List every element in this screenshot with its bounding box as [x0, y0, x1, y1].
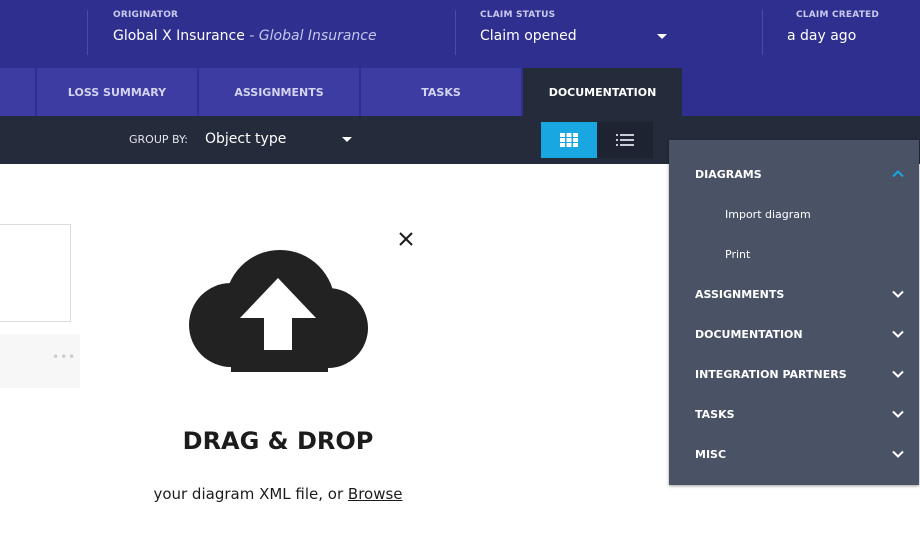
- menu-section-label: ASSIGNMENTS: [695, 287, 785, 301]
- chevron-down-icon: [342, 137, 352, 142]
- menu-section-misc[interactable]: MISC: [695, 434, 905, 474]
- menu-section-label: DOCUMENTATION: [695, 327, 803, 341]
- menu-section-assignments[interactable]: ASSIGNMENTS: [695, 274, 905, 314]
- menu-section-documentation[interactable]: DOCUMENTATION: [695, 314, 905, 354]
- originator-name: Global X Insurance: [113, 28, 245, 44]
- close-upload-button[interactable]: [397, 230, 415, 248]
- menu-section-diagrams[interactable]: DIAGRAMS: [695, 154, 905, 194]
- chevron-down-icon: [892, 330, 904, 338]
- header-divider: [762, 10, 763, 55]
- header-divider: [87, 10, 88, 55]
- menu-section-label: TASKS: [695, 407, 735, 421]
- claim-header: ORIGINATOR Global X Insurance - Global I…: [0, 0, 920, 68]
- close-icon: [399, 232, 413, 246]
- originator-value: Global X Insurance - Global Insurance: [113, 28, 377, 44]
- tab-overview[interactable]: [0, 68, 35, 116]
- tab-tasks[interactable]: TASKS: [361, 68, 521, 116]
- drag-drop-hint: your diagram XML file, or: [153, 485, 348, 503]
- cloud-upload-icon: [189, 250, 368, 372]
- grid-view-button[interactable]: [541, 122, 597, 158]
- claim-status-value: Claim opened: [480, 28, 577, 44]
- list-view-button[interactable]: [597, 122, 653, 158]
- claim-status-label: CLAIM STATUS: [480, 10, 556, 20]
- more-options-icon: •••: [52, 350, 77, 364]
- group-by-label: GROUP BY:: [129, 133, 188, 146]
- chevron-down-icon: [892, 450, 904, 458]
- originator-separator: -: [244, 28, 259, 44]
- tab-assignments[interactable]: ASSIGNMENTS: [199, 68, 359, 116]
- grid-icon: [560, 133, 578, 147]
- menu-section-tasks[interactable]: TASKS: [695, 394, 905, 434]
- tab-documentation[interactable]: DOCUMENTATION: [523, 68, 682, 116]
- claim-status-dropdown[interactable]: Claim opened: [480, 24, 670, 50]
- claim-created-label: CLAIM CREATED: [796, 10, 880, 20]
- import-diagram-item[interactable]: Import diagram: [725, 208, 811, 221]
- originator-sub: Global Insurance: [258, 28, 377, 44]
- chevron-down-icon: [657, 34, 667, 39]
- drag-drop-title: DRAG & DROP: [182, 427, 374, 455]
- header-divider: [455, 10, 456, 55]
- group-by-select[interactable]: Object type: [205, 131, 355, 151]
- chevron-down-icon: [892, 410, 904, 418]
- chevron-down-icon: [892, 290, 904, 298]
- list-icon: [616, 134, 634, 146]
- print-item[interactable]: Print: [725, 248, 750, 261]
- drag-drop-subtitle: your diagram XML file, or Browse: [0, 485, 556, 503]
- menu-section-label: INTEGRATION PARTNERS: [695, 367, 847, 381]
- menu-section-integration-partners[interactable]: INTEGRATION PARTNERS: [695, 354, 905, 394]
- tab-loss-summary[interactable]: LOSS SUMMARY: [37, 68, 197, 116]
- originator-label: ORIGINATOR: [113, 10, 179, 20]
- menu-section-label: DIAGRAMS: [695, 167, 762, 181]
- chevron-down-icon: [892, 370, 904, 378]
- menu-section-label: MISC: [695, 447, 727, 461]
- browse-link[interactable]: Browse: [348, 485, 403, 503]
- claim-created-value: a day ago: [787, 28, 857, 44]
- tab-bar: LOSS SUMMARY ASSIGNMENTS TASKS DOCUMENTA…: [0, 68, 920, 116]
- document-card-preview: [0, 224, 71, 322]
- actions-menu: DIAGRAMS Import diagram Print ASSIGNMENT…: [669, 140, 919, 485]
- group-by-value: Object type: [205, 131, 287, 147]
- chevron-up-icon: [892, 170, 904, 178]
